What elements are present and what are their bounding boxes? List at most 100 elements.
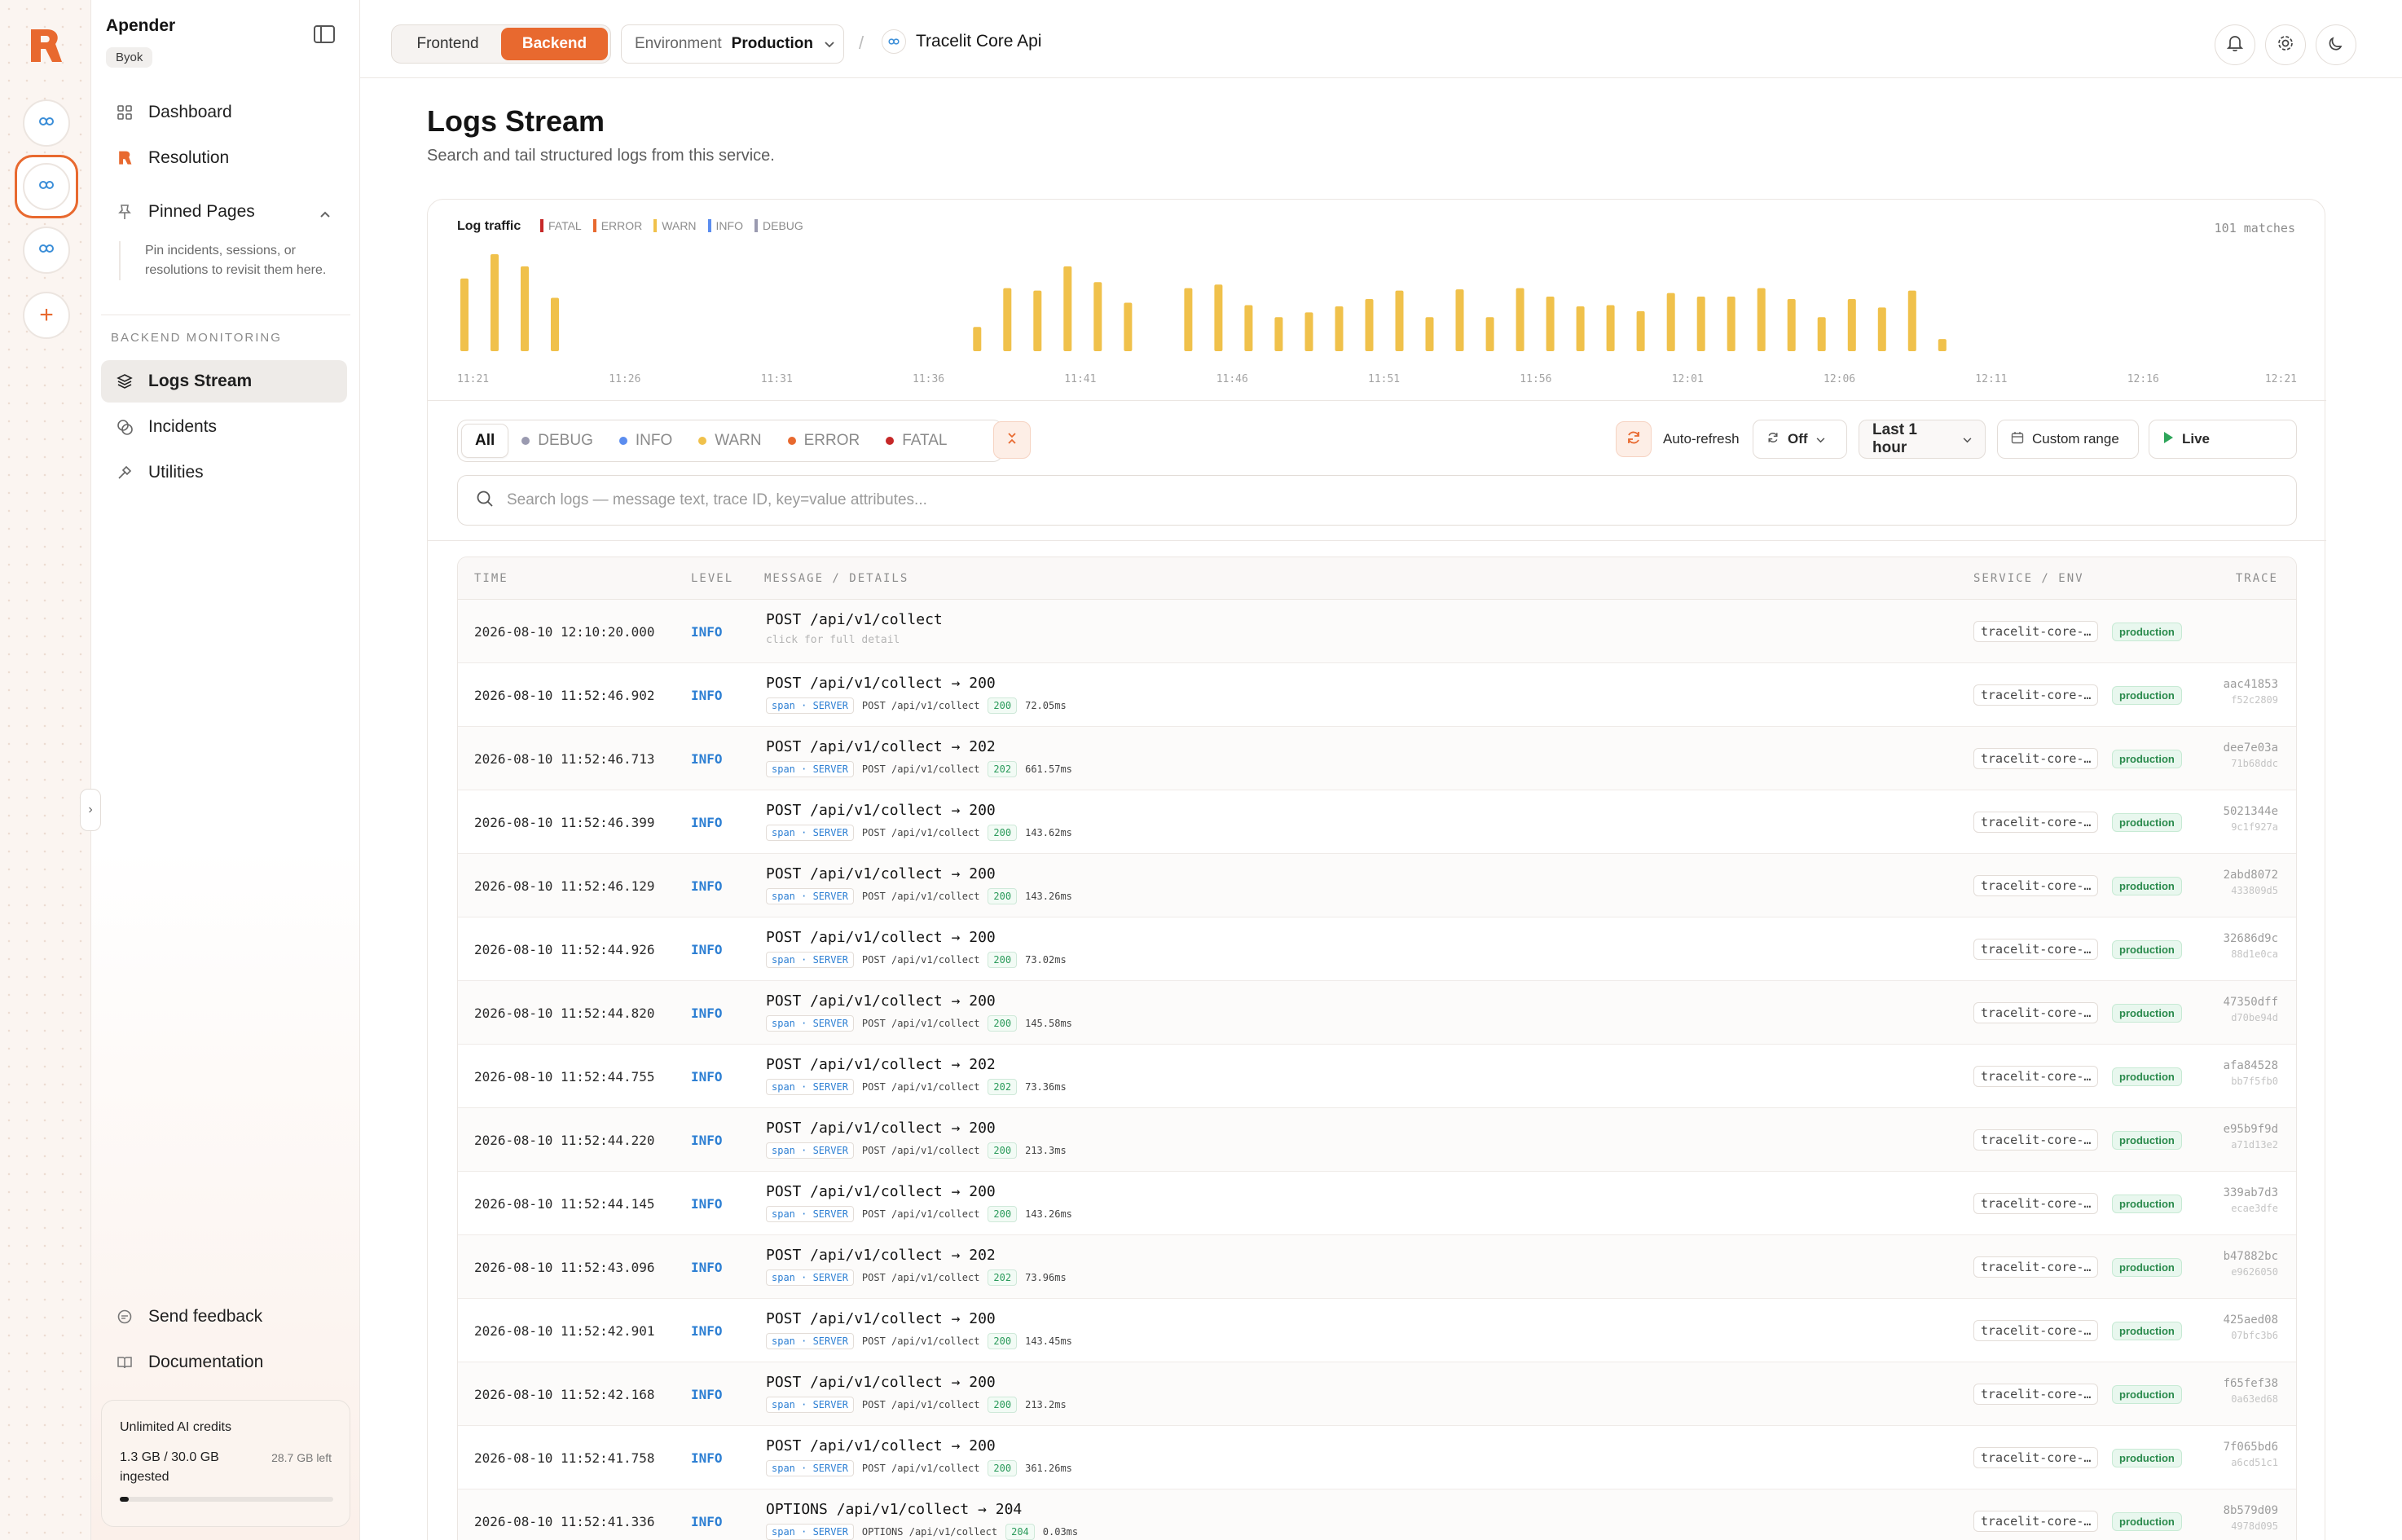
chart-bar[interactable] — [1033, 290, 1042, 351]
table-row[interactable]: 2026-08-10 11:52:46.713 INFO POST /api/v1/… — [458, 727, 2296, 790]
chart-bar[interactable] — [1214, 284, 1223, 351]
chart-bar[interactable] — [1576, 306, 1585, 351]
trace-cell[interactable]: 8b579d09 4978d095 — [2224, 1504, 2278, 1532]
nav-dashboard[interactable]: Dashboard — [101, 91, 347, 134]
auto-refresh-select[interactable]: Off — [1753, 420, 1847, 459]
filter-info[interactable]: INFO — [606, 424, 685, 458]
environment-select[interactable]: Environment Production — [621, 24, 844, 64]
nav-incidents[interactable]: Incidents — [101, 406, 347, 448]
notifications-button[interactable] — [2215, 24, 2255, 65]
chart-bar[interactable] — [1666, 293, 1675, 351]
chart-bar[interactable] — [460, 278, 469, 351]
chart-bar[interactable] — [1304, 312, 1313, 351]
chart-bar[interactable] — [1395, 290, 1404, 351]
chart-bar[interactable] — [1757, 288, 1766, 351]
filter-fatal[interactable]: FATAL — [873, 424, 960, 458]
chart-bar[interactable] — [973, 327, 982, 351]
table-row[interactable]: 2026-08-10 11:52:44.220 INFO POST /api/v1/… — [458, 1108, 2296, 1172]
trace-cell[interactable]: 32686d9c 88d1e0ca — [2224, 932, 2278, 960]
chart-bar[interactable] — [521, 266, 529, 351]
chart-bar[interactable] — [1817, 317, 1826, 351]
chart-bar[interactable] — [1546, 297, 1555, 351]
trace-cell[interactable]: dee7e03a 71b68ddc — [2224, 741, 2278, 769]
chart-bar[interactable] — [1093, 282, 1102, 351]
service-breadcrumb[interactable]: Tracelit Core Api — [882, 29, 1041, 54]
chart-bar[interactable] — [1727, 297, 1736, 351]
chart-bar[interactable] — [1877, 307, 1886, 351]
table-row[interactable]: 2026-08-10 11:52:43.096 INFO POST /api/v1/… — [458, 1235, 2296, 1299]
chart-bar[interactable] — [1485, 317, 1494, 351]
nav-documentation[interactable]: Documentation — [101, 1341, 347, 1384]
chart-bar[interactable] — [1274, 317, 1283, 351]
table-row[interactable]: 2026-08-10 11:52:44.820 INFO POST /api/v1/… — [458, 981, 2296, 1045]
nav-logs-stream[interactable]: Logs Stream — [101, 360, 347, 403]
table-row[interactable]: 2026-08-10 11:52:42.168 INFO POST /api/v1/… — [458, 1362, 2296, 1426]
chart-bar[interactable] — [1907, 290, 1916, 351]
chart-bar[interactable] — [1847, 299, 1856, 351]
chart-bar[interactable] — [1636, 310, 1645, 351]
table-row[interactable]: 2026-08-10 11:52:46.129 INFO POST /api/v1/… — [458, 854, 2296, 917]
chart-bar[interactable] — [1606, 305, 1615, 352]
table-row[interactable]: 2026-08-10 11:52:42.901 INFO POST /api/v1/… — [458, 1299, 2296, 1362]
chart-bar[interactable] — [1425, 317, 1434, 351]
column-header-level[interactable]: LEVEL — [691, 572, 733, 585]
nav-utilities[interactable]: Utilities — [101, 451, 347, 494]
project-link-button-3[interactable] — [23, 227, 70, 274]
chart-bar[interactable] — [1696, 297, 1705, 351]
trace-cell[interactable]: f65fef38 0a63ed68 — [2224, 1377, 2278, 1405]
clear-filters-button[interactable] — [993, 421, 1031, 459]
refresh-button[interactable] — [1616, 421, 1652, 457]
column-header-time[interactable]: TIME — [474, 572, 508, 585]
custom-range-button[interactable]: Custom range — [1997, 420, 2139, 459]
project-link-button-1[interactable] — [23, 99, 70, 147]
chart-bar[interactable] — [1244, 305, 1253, 352]
table-row[interactable]: 2026-08-10 11:52:41.758 INFO POST /api/v1/… — [458, 1426, 2296, 1489]
theme-toggle-button[interactable] — [2316, 24, 2356, 65]
trace-cell[interactable]: 425aed08 07bfc3b6 — [2224, 1313, 2278, 1341]
chart-bar[interactable] — [1787, 299, 1796, 351]
chart-bar[interactable] — [1003, 288, 1012, 351]
live-button[interactable]: Live — [2149, 420, 2297, 459]
filter-warn[interactable]: WARN — [685, 424, 774, 458]
chart-bar[interactable] — [1124, 302, 1133, 352]
nav-send-feedback[interactable]: Send feedback — [101, 1296, 347, 1338]
nav-pinned-pages[interactable]: Pinned Pages — [101, 191, 347, 233]
column-header-message[interactable]: MESSAGE / DETAILS — [764, 572, 908, 585]
trace-cell[interactable]: e95b9f9d a71d13e2 — [2224, 1123, 2278, 1151]
trace-cell[interactable]: aac41853 f52c2809 — [2224, 678, 2278, 706]
trace-cell[interactable]: 339ab7d3 ecae3dfe — [2224, 1186, 2278, 1214]
chart-bar[interactable] — [1184, 288, 1193, 351]
tab-frontend[interactable]: Frontend — [394, 28, 501, 60]
add-project-button[interactable]: + — [23, 292, 70, 339]
time-range-select[interactable]: Last 1 hour — [1859, 420, 1986, 459]
table-row[interactable]: 2026-08-10 11:52:44.755 INFO POST /api/v1/… — [458, 1045, 2296, 1108]
chevron-up-icon[interactable] — [319, 204, 331, 223]
filter-debug[interactable]: DEBUG — [508, 424, 606, 458]
trace-cell[interactable]: b47882bc e9626050 — [2224, 1250, 2278, 1278]
chart-bar[interactable] — [1938, 339, 1947, 351]
nav-resolution[interactable]: Resolution — [101, 137, 347, 179]
table-row[interactable]: 2026-08-10 12:10:20.000 INFO POST /api/v1/… — [458, 600, 2296, 663]
trace-cell[interactable]: 5021344e 9c1f927a — [2224, 805, 2278, 833]
table-row[interactable]: 2026-08-10 11:52:46.902 INFO POST /api/v1/… — [458, 663, 2296, 727]
trace-cell[interactable]: 7f065bd6 a6cd51c1 — [2224, 1441, 2278, 1468]
chart-bar[interactable] — [1063, 266, 1072, 351]
chart-bar[interactable] — [491, 254, 499, 351]
trace-cell[interactable]: afa84528 bb7f5fb0 — [2224, 1059, 2278, 1087]
table-row[interactable]: 2026-08-10 11:52:44.145 INFO POST /api/v1/… — [458, 1172, 2296, 1235]
trace-cell[interactable]: 47350dff d70be94d — [2224, 996, 2278, 1023]
chart-bar[interactable] — [551, 297, 559, 352]
table-row[interactable]: 2026-08-10 11:52:41.336 INFO OPTIONS /api/… — [458, 1489, 2296, 1540]
filter-all[interactable]: All — [461, 424, 509, 458]
chart-bar[interactable] — [1455, 289, 1464, 351]
table-row[interactable]: 2026-08-10 11:52:44.926 INFO POST /api/v1/… — [458, 917, 2296, 981]
chart-bar[interactable] — [1365, 299, 1374, 351]
filter-error[interactable]: ERROR — [775, 424, 873, 458]
sidebar-toggle-icon[interactable] — [313, 24, 336, 44]
log-search-field[interactable] — [457, 475, 2297, 526]
app-logo[interactable] — [24, 26, 65, 67]
column-header-trace[interactable]: TRACE — [2236, 572, 2278, 585]
chart-bar[interactable] — [1516, 288, 1524, 351]
search-input[interactable] — [507, 491, 2259, 509]
tab-backend[interactable]: Backend — [501, 28, 608, 60]
